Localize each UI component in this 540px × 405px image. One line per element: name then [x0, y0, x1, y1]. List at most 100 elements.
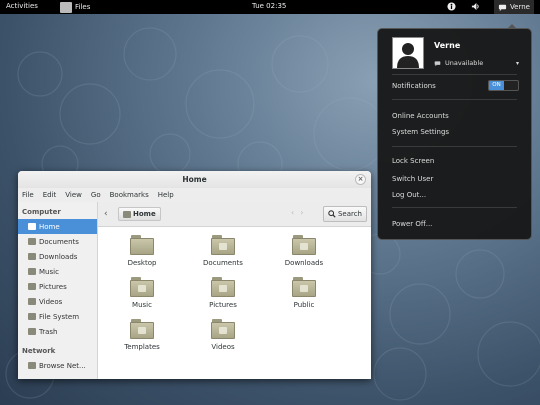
avatar[interactable] [392, 37, 424, 69]
file-item-public[interactable]: Public [274, 277, 334, 309]
log-out-item[interactable]: Log Out... [392, 191, 426, 199]
notifications-toggle[interactable]: ON [488, 80, 519, 91]
status-selector[interactable]: Unavailable [434, 59, 483, 67]
file-item-music[interactable]: Music [112, 277, 172, 309]
folder-icon [28, 283, 36, 290]
folder-downloads-icon [292, 235, 316, 255]
file-item-label: Downloads [284, 259, 324, 267]
folder-videos-icon [211, 319, 235, 339]
network-icon [28, 362, 36, 369]
sidebar-item-browse-network[interactable]: Browse Net... [18, 358, 97, 373]
clock[interactable]: Tue 02:35 [252, 2, 286, 10]
chat-icon [498, 4, 507, 11]
sidebar-item-home[interactable]: Home [18, 219, 97, 234]
menu-bookmarks[interactable]: Bookmarks [110, 191, 149, 199]
file-item-videos[interactable]: Videos [193, 319, 253, 351]
window-titlebar[interactable]: Home × [18, 171, 371, 188]
menu-separator [392, 207, 517, 208]
power-off-item[interactable]: Power Off... [392, 220, 432, 228]
file-icon-view: Desktop Documents Downloads Music Pictur… [98, 227, 371, 379]
main-pane: ‹ Home ‹› Search Desktop Documents Downl… [98, 202, 371, 379]
close-button[interactable]: × [355, 174, 366, 185]
sidebar-item-trash[interactable]: Trash [18, 324, 97, 339]
top-bar-username: Verne [509, 3, 530, 11]
drive-icon [28, 313, 36, 320]
sidebar-item-downloads[interactable]: Downloads [18, 249, 97, 264]
file-item-pictures[interactable]: Pictures [193, 277, 253, 309]
menu-separator [392, 99, 517, 100]
file-item-label: Music [132, 301, 152, 309]
folder-icon [28, 253, 36, 260]
folder-icon [28, 238, 36, 245]
folder-templates-icon [130, 319, 154, 339]
app-menu-button[interactable]: Files [60, 0, 90, 14]
search-icon [328, 210, 336, 218]
toolbar: ‹ Home ‹› Search [98, 202, 371, 227]
folder-documents-icon [211, 235, 235, 255]
file-item-desktop[interactable]: Desktop [112, 235, 172, 267]
file-item-downloads[interactable]: Downloads [274, 235, 334, 267]
sidebar-item-label: Pictures [39, 282, 67, 291]
sidebar-item-label: Browse Net... [39, 361, 86, 370]
sidebar-item-label: Home [39, 222, 60, 231]
lock-screen-item[interactable]: Lock Screen [392, 157, 434, 165]
sidebar-item-videos[interactable]: Videos [18, 294, 97, 309]
menu-help[interactable]: Help [158, 191, 174, 199]
sidebar-item-pictures[interactable]: Pictures [18, 279, 97, 294]
sidebar-item-documents[interactable]: Documents [18, 234, 97, 249]
sidebar-item-label: File System [39, 312, 80, 321]
sidebar-item-music[interactable]: Music [18, 264, 97, 279]
file-item-label: Public [293, 301, 315, 309]
sidebar-item-label: Documents [39, 237, 79, 246]
sidebar-item-file-system[interactable]: File System [18, 309, 97, 324]
app-menu-label: Files [75, 3, 91, 11]
path-nav-arrows[interactable]: ‹› [291, 208, 309, 217]
sidebar-item-label: Trash [39, 327, 58, 336]
sidebar-item-label: Music [39, 267, 59, 276]
top-bar: Activities Files Tue 02:35 Verne [0, 0, 540, 14]
home-folder-icon [123, 210, 131, 218]
menu-separator [392, 74, 517, 75]
folder-icon [28, 268, 36, 275]
folder-icon [130, 235, 154, 255]
toggle-on-label: ON [489, 81, 504, 90]
accessibility-icon[interactable] [447, 2, 456, 11]
window-title: Home [182, 175, 207, 184]
file-manager-window: Home × File Edit View Go Bookmarks Help … [18, 171, 371, 379]
chat-status-icon [434, 60, 441, 66]
file-item-label: Pictures [209, 301, 237, 309]
folder-pictures-icon [211, 277, 235, 297]
back-button[interactable]: ‹ [104, 208, 114, 220]
path-button-home[interactable]: Home [118, 207, 161, 221]
online-accounts-item[interactable]: Online Accounts [392, 112, 449, 120]
file-item-label: Templates [124, 343, 160, 351]
menu-view[interactable]: View [65, 191, 82, 199]
menu-go[interactable]: Go [91, 191, 101, 199]
user-menu-button[interactable]: Verne [493, 0, 534, 14]
menu-edit[interactable]: Edit [43, 191, 57, 199]
menu-file[interactable]: File [22, 191, 34, 199]
folder-public-icon [292, 277, 316, 297]
activities-button[interactable]: Activities [6, 2, 38, 10]
notifications-label: Notifications [392, 82, 436, 90]
file-item-documents[interactable]: Documents [193, 235, 253, 267]
user-silhouette-icon [397, 43, 419, 68]
home-icon [28, 223, 36, 230]
file-item-templates[interactable]: Templates [112, 319, 172, 351]
popup-arrow [507, 24, 517, 29]
volume-icon[interactable] [471, 2, 480, 11]
search-button[interactable]: Search [322, 206, 367, 222]
trash-icon [28, 328, 36, 335]
search-label: Search [337, 210, 362, 218]
file-item-label: Desktop [127, 259, 157, 267]
switch-user-item[interactable]: Switch User [392, 175, 433, 183]
places-sidebar: Computer Home Documents Downloads Music … [18, 202, 98, 379]
sidebar-item-label: Videos [39, 297, 63, 306]
sidebar-item-label: Downloads [39, 252, 78, 261]
system-settings-item[interactable]: System Settings [392, 128, 449, 136]
status-dropdown-icon[interactable]: ▾ [516, 60, 519, 67]
menu-bar: File Edit View Go Bookmarks Help [18, 188, 371, 202]
folder-icon [28, 298, 36, 305]
file-item-label: Documents [203, 259, 243, 267]
file-item-label: Videos [211, 343, 235, 351]
